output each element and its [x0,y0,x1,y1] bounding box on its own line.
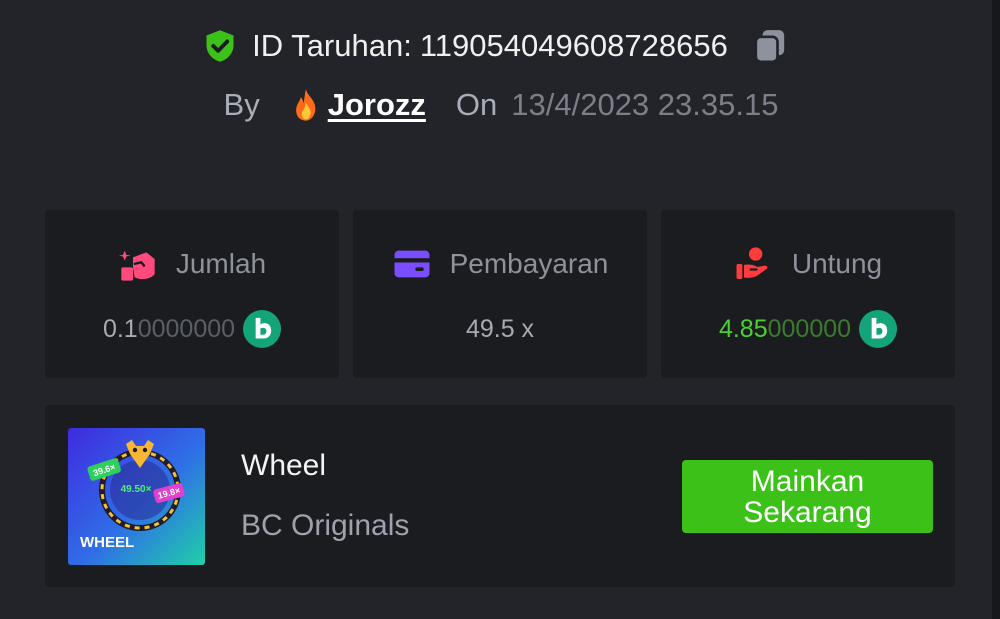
stat-card-amount: Jumlah 0.10000000 [45,210,339,378]
amount-value: 0.10000000 [102,310,282,348]
payout-value: 49.5 x [465,314,535,343]
profit-value: 4.85000000 [718,310,898,348]
thumb-center-multiplier: 49.50× [121,484,152,495]
wallet-card-icon [394,250,430,278]
stat-head-payout: Pembayaran [392,244,609,284]
game-thumbnail[interactable]: 49.50× 39.6× 19.8× WHEEL [68,428,205,565]
bet-date: 13/4/2023 23.35.15 [511,87,779,122]
play-now-button[interactable]: Mainkan Sekarang [682,460,933,533]
amount-value-strong: 0.1 [102,314,138,343]
stat-head-amount: Jumlah [118,244,266,284]
bet-stats: Jumlah 0.10000000 Pembayaran 49.5 x Untu… [45,210,955,378]
on-label: On [455,87,498,122]
fire-icon [295,89,316,121]
stat-card-profit: Untung 4.85000000 [661,210,955,378]
profit-value-faded: 000000 [767,314,852,343]
right-edge [992,0,1000,619]
wheel-game-art: 49.50× 39.6× 19.8× WHEEL [68,428,205,565]
username-link[interactable]: Jorozz [290,87,426,123]
by-label: By [223,87,260,122]
bet-id-label: ID Taruhan: [252,28,412,63]
stat-head-profit: Untung [734,244,882,284]
payout-label: Pembayaran [449,248,609,279]
profit-hand-icon [736,247,768,279]
username: Jorozz [327,87,426,122]
bet-id-value: 119054049608728656 [419,28,728,63]
game-provider: BC Originals [241,509,410,542]
thumb-title: WHEEL [80,534,134,551]
amount-value-faded: 0000000 [137,314,236,343]
bet-amount-icon [118,250,155,281]
profit-label: Untung [791,248,883,279]
shield-check-icon [206,30,234,62]
amount-label: Jumlah [175,248,267,279]
bc-coin-icon [859,310,898,348]
stat-card-payout: Pembayaran 49.5 x [353,210,647,378]
profit-value-strong: 4.85 [718,314,768,343]
copy-icon[interactable] [750,26,790,66]
game-card: 49.50× 39.6× 19.8× WHEEL Wheel BC Origin… [45,405,955,587]
game-name[interactable]: Wheel [241,449,326,483]
bet-header: ID Taruhan: 119054049608728656 By Jorozz… [0,20,992,138]
bc-coin-icon [243,310,282,348]
bet-id-row: ID Taruhan: 119054049608728656 [0,20,992,72]
payout-value-row: 49.5 x [466,310,534,348]
by-row: By Jorozz On 13/4/2023 23.35.15 [10,72,992,138]
